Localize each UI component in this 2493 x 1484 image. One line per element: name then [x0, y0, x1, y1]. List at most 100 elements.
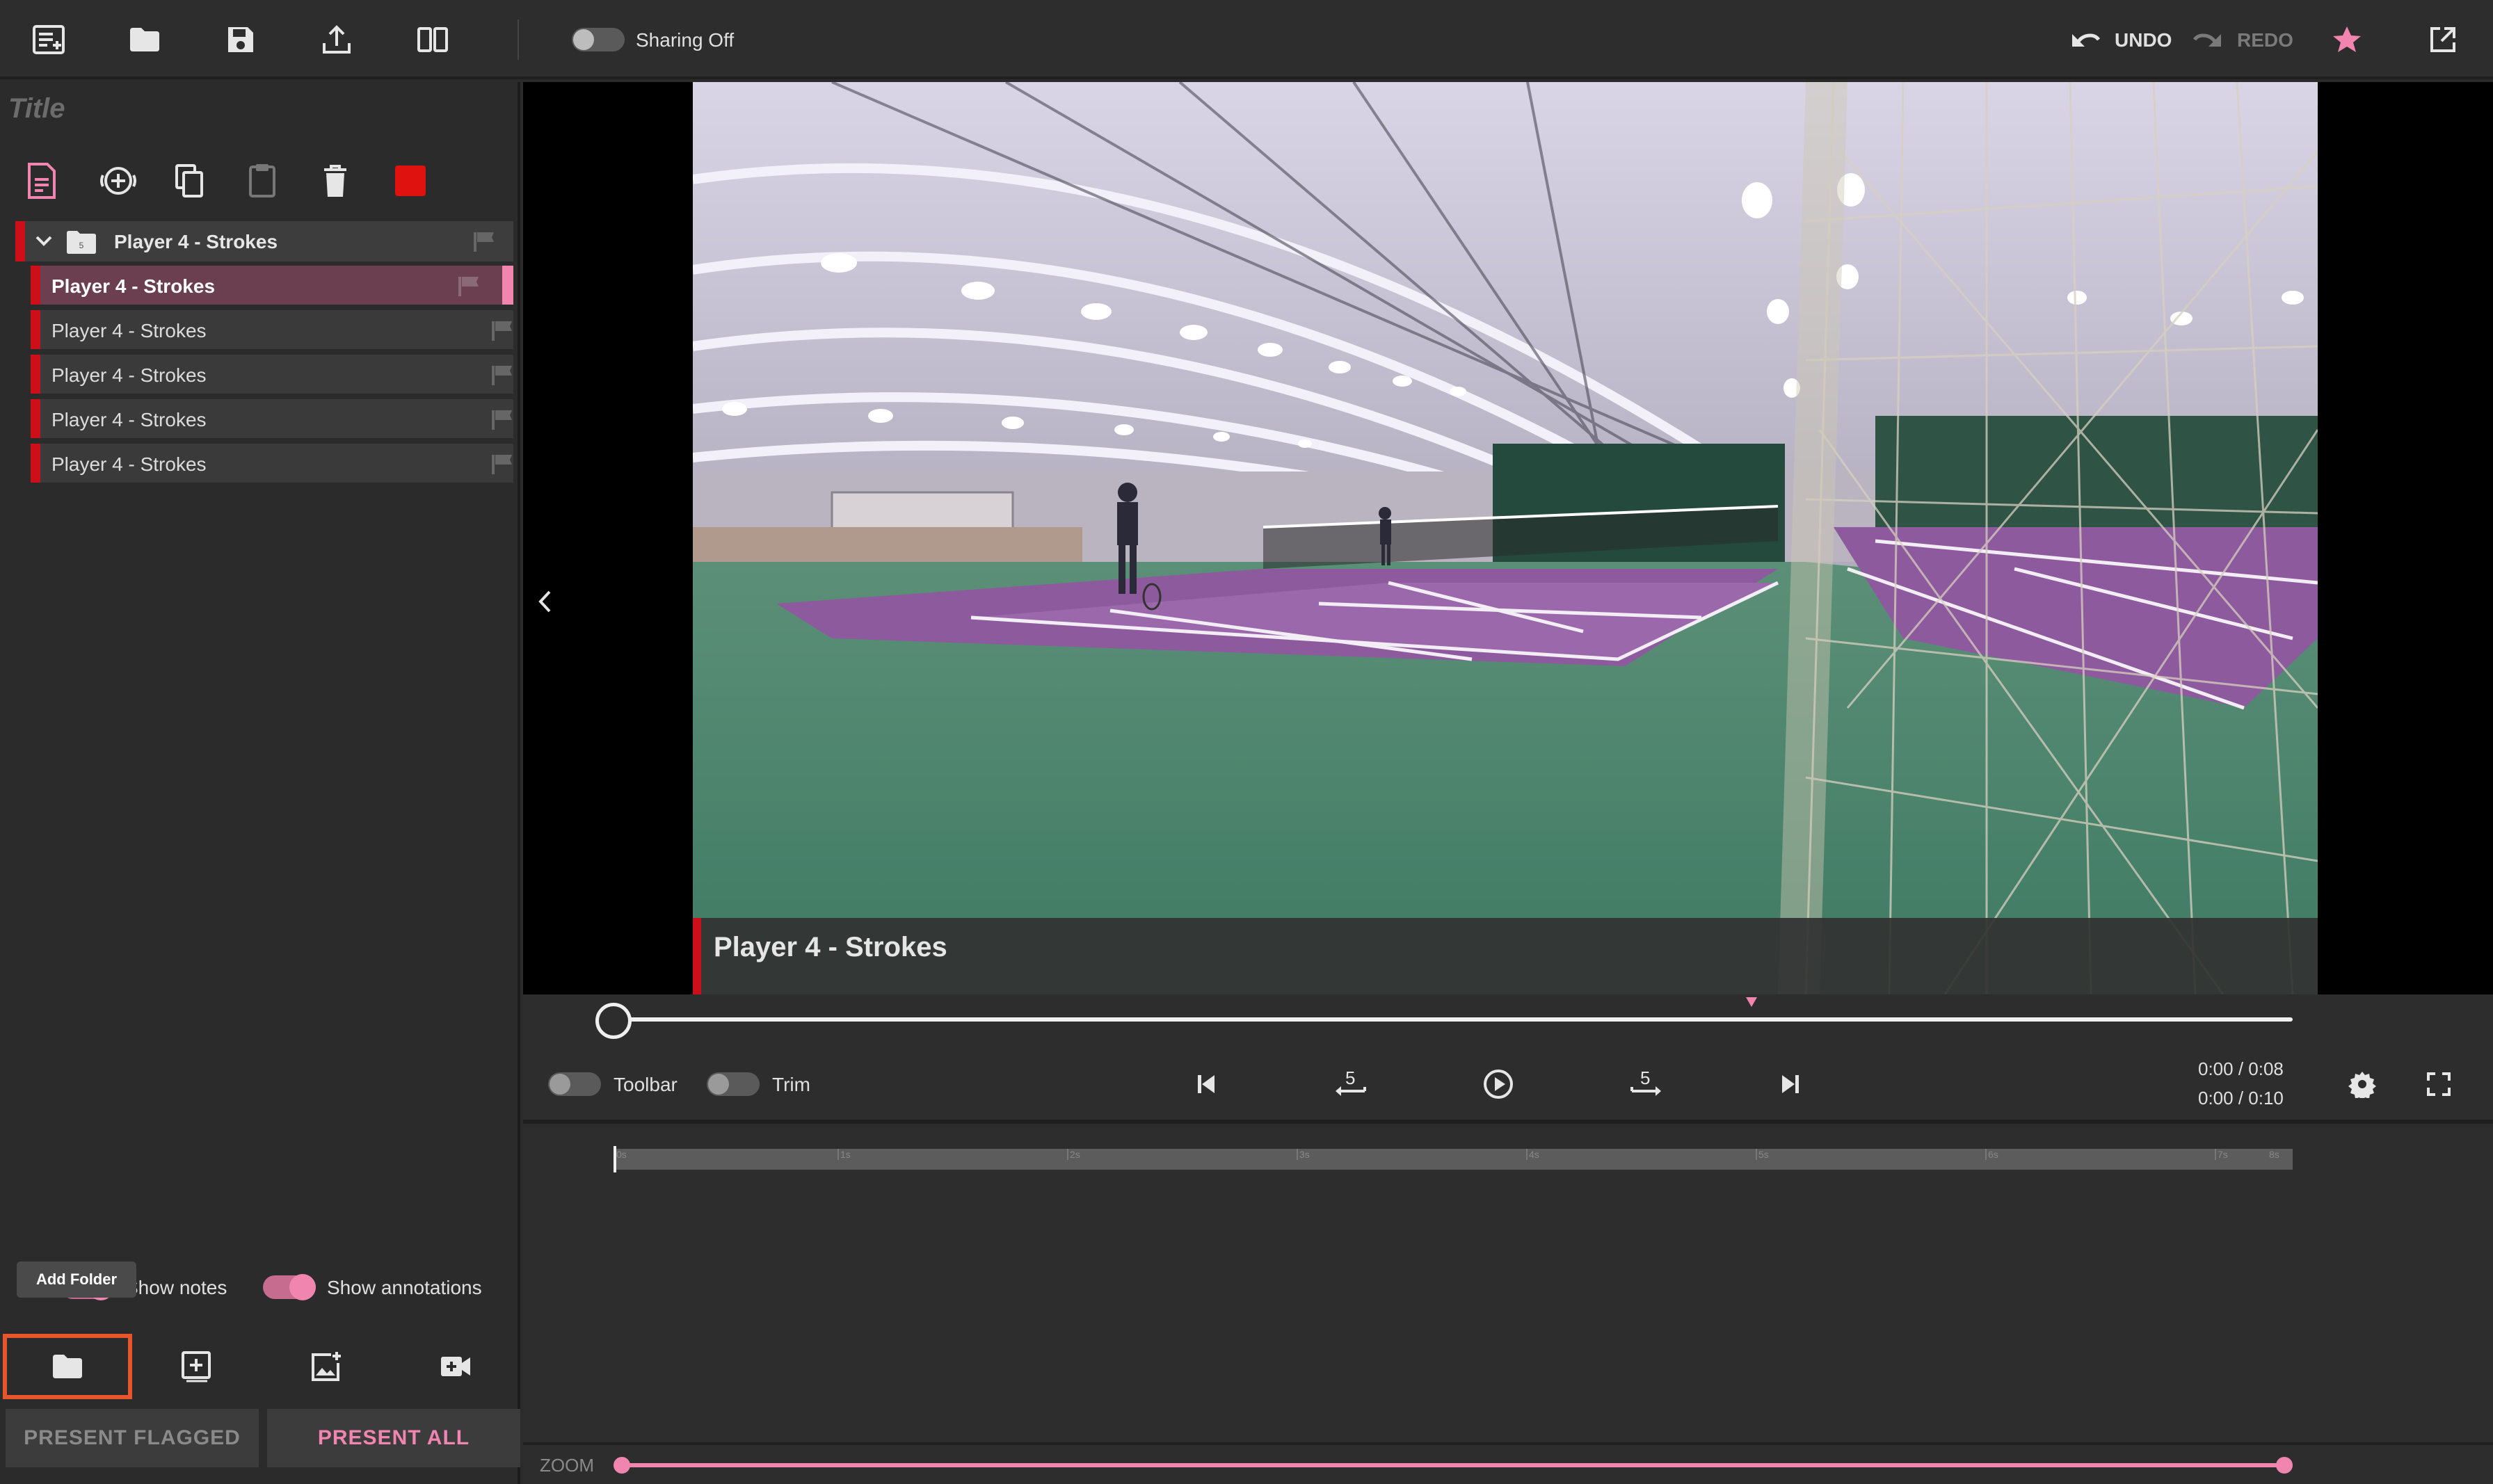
clip-label: Player 4 - Strokes: [51, 275, 216, 297]
flag-icon[interactable]: [491, 409, 513, 430]
flag-icon[interactable]: [491, 364, 513, 385]
tick-label: 2s: [1067, 1149, 1080, 1160]
zoom-handle-end[interactable]: [2276, 1457, 2293, 1474]
rewind-seconds: 5: [1345, 1067, 1356, 1088]
tick-label: 3s: [1297, 1149, 1310, 1160]
flag-icon[interactable]: [458, 275, 480, 296]
present-all-button[interactable]: PRESENT ALL: [267, 1409, 520, 1467]
folder-icon: 5: [67, 231, 96, 254]
folder-icon: [53, 1355, 82, 1378]
play-button[interactable]: [1476, 1062, 1521, 1106]
tick-label: 0s: [616, 1149, 627, 1160]
save-icon[interactable]: [221, 20, 260, 59]
sharing-label: Sharing Off: [636, 29, 735, 51]
tick-label: 6s: [1985, 1149, 1998, 1160]
tick-label: 5s: [1756, 1149, 1769, 1160]
redo-button[interactable]: REDO: [2237, 29, 2293, 51]
undo-icon[interactable]: [2070, 20, 2101, 59]
folder-row[interactable]: 5 Player 4 - Strokes: [15, 221, 513, 261]
add-note-icon: [182, 1351, 211, 1382]
tick-label: 1s: [837, 1149, 851, 1160]
paste-icon[interactable]: [248, 159, 287, 203]
forward-5-button[interactable]: 5: [1624, 1062, 1668, 1106]
clip-color-bar: [31, 310, 40, 349]
zoom-handle-start[interactable]: [614, 1457, 630, 1474]
add-image-button[interactable]: [262, 1334, 391, 1399]
tick-label: 8s: [2269, 1149, 2279, 1160]
toolbar-toggle[interactable]: [548, 1072, 601, 1096]
fullscreen-icon[interactable]: [2416, 1062, 2461, 1106]
trim-toggle[interactable]: [707, 1072, 760, 1096]
share-upload-icon[interactable]: [317, 20, 356, 59]
time-total: 0:00 / 0:10: [2198, 1088, 2284, 1108]
clip-caption: Player 4 - Strokes: [693, 918, 2318, 994]
forward-seconds: 5: [1640, 1067, 1651, 1088]
add-video-button[interactable]: [391, 1334, 520, 1399]
zoom-label: ZOOM: [540, 1455, 594, 1476]
show-annotations-toggle[interactable]: [263, 1274, 316, 1300]
clip-color-bar: [31, 355, 40, 394]
copy-icon[interactable]: [174, 159, 213, 203]
scrubber-handle[interactable]: [595, 1003, 632, 1039]
add-folder-button[interactable]: [3, 1334, 132, 1399]
star-icon[interactable]: [2327, 20, 2366, 59]
svg-text:5: 5: [79, 241, 84, 250]
show-notes-label: Show notes: [125, 1277, 227, 1298]
add-video-icon: [441, 1357, 470, 1376]
open-folder-icon[interactable]: [125, 20, 164, 59]
clip-item[interactable]: Player 4 - Strokes: [31, 310, 513, 352]
clip-label: Player 4 - Strokes: [51, 320, 207, 341]
redo-icon[interactable]: [2193, 20, 2223, 59]
clip-item[interactable]: Player 4 - Strokes: [31, 399, 513, 441]
folder-color-bar: [15, 221, 25, 261]
tick-label: 4s: [1526, 1149, 1539, 1160]
video-frame[interactable]: [693, 82, 2318, 994]
tick-label: 7s: [2215, 1149, 2228, 1160]
zoom-bar: ZOOM: [523, 1442, 2493, 1484]
present-flagged-button[interactable]: PRESENT FLAGGED: [6, 1409, 259, 1467]
title-input[interactable]: Title: [8, 93, 65, 124]
add-note-icon[interactable]: [25, 159, 64, 203]
selected-marker: [502, 266, 513, 305]
clip-item[interactable]: Player 4 - Strokes: [31, 444, 513, 485]
scrubber-track[interactable]: [614, 1017, 2293, 1022]
add-image-icon: [312, 1352, 341, 1381]
split-view-icon[interactable]: [413, 20, 452, 59]
play-icon: [1484, 1070, 1513, 1099]
clip-label: Player 4 - Strokes: [51, 453, 207, 475]
add-clip-icon[interactable]: [99, 159, 138, 203]
flag-icon[interactable]: [491, 453, 513, 474]
chevron-left-icon[interactable]: [537, 590, 552, 613]
caption-color-bar: [693, 918, 701, 994]
open-external-icon[interactable]: [2423, 20, 2462, 59]
color-red-swatch[interactable]: [395, 159, 434, 203]
flag-icon[interactable]: [491, 320, 513, 341]
caption-text: Player 4 - Strokes: [714, 932, 947, 962]
sharing-toggle[interactable]: [572, 28, 625, 51]
skip-to-start-icon[interactable]: [1184, 1062, 1228, 1106]
settings-gear-icon[interactable]: [2340, 1062, 2384, 1106]
clip-color-bar: [31, 444, 40, 483]
rewind-5-button[interactable]: 5: [1329, 1062, 1373, 1106]
marker-icon: [1746, 997, 1757, 1007]
player-controls: Toolbar Trim 5 5 0:00 / 0:08 0:00 / 0:10: [523, 994, 2493, 1124]
chevron-down-icon[interactable]: [35, 235, 53, 248]
timeline: 0s 1s 2s 3s 4s 5s 6s 7s 8s: [523, 1128, 2493, 1442]
show-annotations-label: Show annotations: [327, 1277, 482, 1298]
tennis-court-video-image: [693, 82, 2318, 994]
skip-to-end-icon[interactable]: [1768, 1062, 1813, 1106]
clip-item[interactable]: Player 4 - Strokes: [31, 266, 513, 307]
clip-label: Player 4 - Strokes: [51, 409, 207, 430]
add-note-button[interactable]: [132, 1334, 262, 1399]
top-toolbar: Sharing Off UNDO REDO: [0, 0, 2493, 79]
new-presentation-icon[interactable]: [29, 20, 68, 59]
clip-color-bar: [31, 399, 40, 438]
flag-icon[interactable]: [473, 231, 495, 252]
timeline-ruler[interactable]: [614, 1149, 2293, 1170]
trim-label: Trim: [772, 1074, 810, 1095]
clip-item[interactable]: Player 4 - Strokes: [31, 355, 513, 396]
zoom-track[interactable]: [622, 1463, 2284, 1467]
undo-button[interactable]: UNDO: [2115, 29, 2172, 51]
delete-icon[interactable]: [321, 159, 360, 203]
clip-color-bar: [31, 266, 40, 305]
